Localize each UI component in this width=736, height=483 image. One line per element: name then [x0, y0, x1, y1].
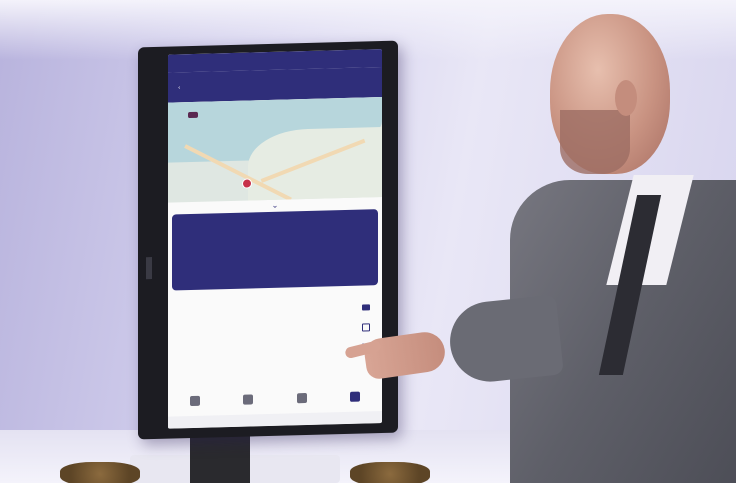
photo-scene: ‹ ⌄: [0, 0, 736, 483]
calendar-icon[interactable]: [362, 304, 370, 311]
decorative-bread: [350, 462, 430, 483]
monitor-logo: [146, 257, 152, 280]
nav-calendar-icon[interactable]: [350, 391, 361, 402]
nav-home-icon[interactable]: [189, 395, 200, 407]
ear: [615, 80, 637, 116]
nav-map-icon[interactable]: [296, 392, 307, 404]
monitor-stand-neck: [190, 430, 250, 483]
info-card-title: [180, 215, 370, 220]
back-icon[interactable]: ‹: [178, 84, 180, 91]
beard: [560, 110, 630, 174]
nav-globe-icon[interactable]: [243, 394, 254, 405]
decorative-bread: [60, 462, 140, 483]
info-card-body: [180, 221, 370, 226]
kiosk-screen[interactable]: ‹ ⌄: [168, 49, 382, 429]
checkbox-icon[interactable]: [362, 323, 370, 332]
map-marker[interactable]: [188, 111, 198, 119]
map-view[interactable]: [168, 97, 382, 203]
touchscreen-monitor: ‹ ⌄: [138, 40, 398, 440]
info-card-link[interactable]: [180, 221, 370, 226]
info-card: [172, 209, 378, 291]
arm: [446, 294, 564, 386]
bottom-navigation: [168, 383, 382, 415]
presenter: [344, 0, 736, 483]
map-land: [248, 126, 382, 203]
